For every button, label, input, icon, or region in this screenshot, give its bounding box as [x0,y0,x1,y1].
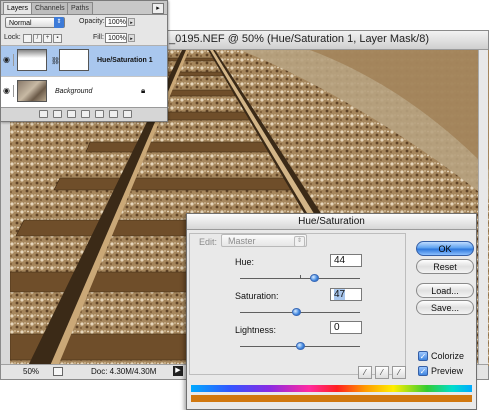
hue-slider-track[interactable] [240,274,360,282]
fill-field[interactable]: 100% [105,33,127,43]
vertical-scrollbar[interactable] [478,50,488,365]
blend-mode-select[interactable]: Normal ⇕ [5,17,65,28]
lock-all-icon[interactable]: ▪ [53,34,62,43]
tab-layers[interactable]: Layers [3,2,33,14]
status-menu-arrow-icon[interactable]: ▶ [173,366,183,376]
lightness-slider-track[interactable] [240,342,360,350]
chevron-down-icon: ⇕ [54,17,64,28]
lightness-label: Lightness: [235,325,277,335]
dialog-titlebar[interactable]: Hue/Saturation [187,214,476,230]
opacity-field[interactable]: 100% [105,17,127,27]
palette-menu-icon[interactable]: ▸ [152,3,164,14]
load-button[interactable]: Load... [416,283,474,298]
preview-checkbox[interactable]: ✓ [418,366,428,376]
eyedropper-icon[interactable]: ⁄ [358,366,372,379]
tab-channels[interactable]: Channels [31,2,69,14]
chevron-down-icon: ⇕ [294,236,305,247]
visibility-eye-icon[interactable]: ◉ [3,54,14,66]
hue-saturation-dialog: Hue/Saturation Edit: Master ⇕ Hue: 44 Sa… [186,213,477,410]
colorize-checkbox[interactable]: ✓ [418,351,428,361]
blend-row: Normal ⇕ Opacity: 100% ▸ [1,15,167,30]
link-layers-icon[interactable] [39,110,48,118]
lock-row: Lock: / + ▪ Fill: 100% ▸ [1,31,167,46]
new-group-icon[interactable] [95,110,104,118]
trash-icon[interactable] [123,110,132,118]
eyedropper-plus-icon[interactable]: ⁄ [375,366,389,379]
opacity-label: Opacity: [79,18,105,25]
lightness-slider-thumb[interactable] [295,342,305,350]
preview-label: Preview [431,366,464,376]
adjustment-layer-button-icon[interactable] [81,110,90,118]
layer-list: ◉ ⛓ Hue/Saturation 1 ◉ Background 🔒︎ [1,46,167,108]
lock-transparent-icon[interactable] [23,34,32,43]
new-layer-icon[interactable] [109,110,118,118]
fill-label: Fill: [93,34,104,41]
adjustment-layer-icon [17,49,47,71]
palette-tabs: Layers Channels Paths ▸ [1,1,167,15]
blend-mode-value: Normal [9,20,32,27]
hue-slider-thumb[interactable] [309,274,319,282]
saturation-label: Saturation: [235,291,279,301]
saturation-value: 47 [334,289,346,300]
opacity-arrow-icon[interactable]: ▸ [128,18,135,26]
tab-paths[interactable]: Paths [67,2,93,14]
lock-label: Lock: [4,34,21,41]
layer-mask-thumbnail[interactable] [59,49,89,71]
layer-name: Background [55,88,93,95]
lock-position-icon[interactable]: + [43,34,52,43]
add-mask-icon[interactable] [67,110,76,118]
edit-channel-value: Master [228,236,256,246]
edit-group-box [189,233,406,375]
output-colorize-bar [191,395,472,402]
document-size: Doc: 4.30M/4.30M [91,367,157,376]
layer-row-hue-saturation[interactable]: ◉ ⛓ Hue/Saturation 1 [1,46,167,77]
edit-label: Edit: [199,237,218,247]
hue-label: Hue: [235,257,255,267]
fill-arrow-icon[interactable]: ▸ [128,34,135,42]
ok-button[interactable]: OK [416,241,474,256]
save-button[interactable]: Save... [416,300,474,315]
lightness-input[interactable]: 0 [330,321,362,334]
zoom-level[interactable]: 50% [23,367,39,376]
lock-image-icon[interactable]: / [33,34,42,43]
hue-input[interactable]: 44 [330,254,362,267]
visibility-eye-icon[interactable]: ◉ [3,85,14,97]
edit-channel-select[interactable]: Master ⇕ [221,234,307,247]
reset-button[interactable]: Reset [416,259,474,274]
saturation-slider-thumb[interactable] [291,308,301,316]
document-title: _0195.NEF @ 50% (Hue/Saturation 1, Layer… [169,33,430,45]
input-spectrum-bar [191,385,472,392]
layers-palette: Layers Channels Paths ▸ Normal ⇕ Opacity… [0,0,168,122]
dialog-title: Hue/Saturation [298,216,365,227]
saturation-slider-track[interactable] [240,308,360,316]
background-thumbnail [17,80,47,102]
hue-center-tick [300,275,301,279]
lock-icon: 🔒︎ [141,86,146,95]
navigator-icon[interactable] [53,367,63,376]
layer-name: Hue/Saturation 1 [97,57,153,64]
layer-row-background[interactable]: ◉ Background 🔒︎ [1,77,167,108]
saturation-input[interactable]: 47 [330,288,362,301]
eyedropper-minus-icon[interactable]: ⁄ [392,366,406,379]
colorize-label: Colorize [431,351,465,361]
layer-style-icon[interactable] [53,110,62,118]
palette-bottom-bar [1,107,167,121]
